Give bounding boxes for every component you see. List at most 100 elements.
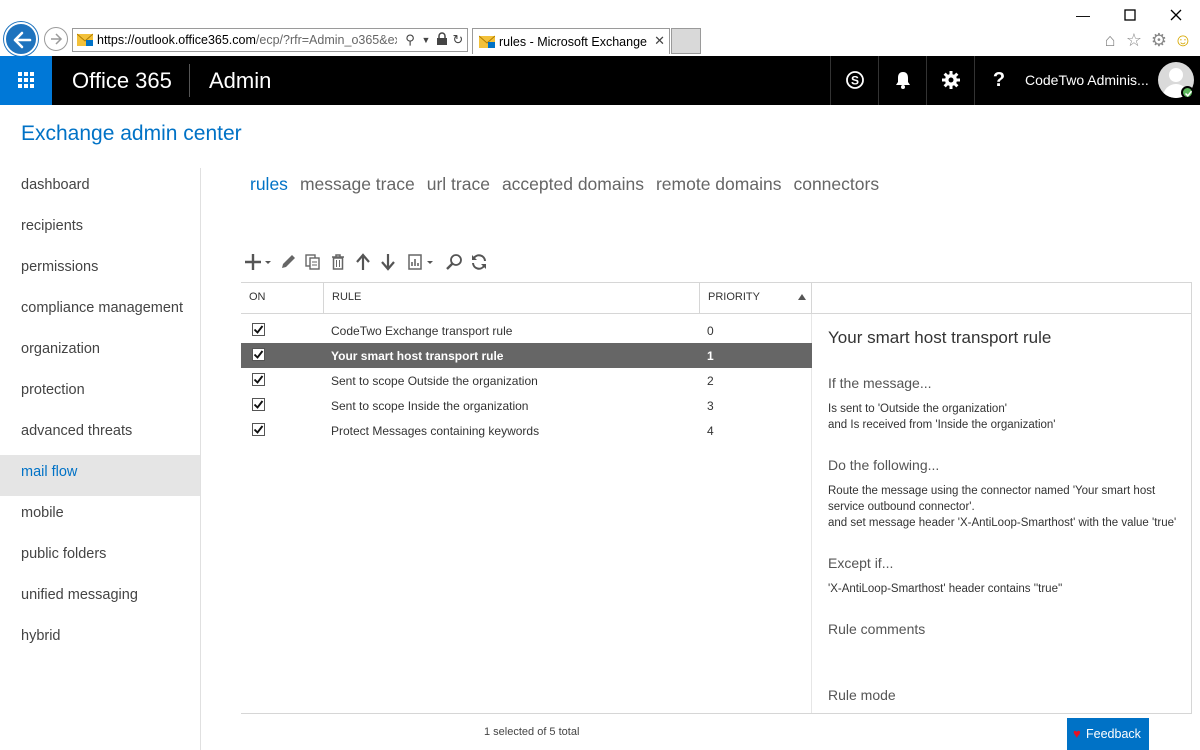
favorites-star-icon[interactable]: ☆ (1124, 30, 1144, 50)
table-row[interactable]: Sent to scope Outside the organization 2 (241, 368, 812, 393)
rule-enabled-checkbox[interactable] (252, 398, 265, 411)
lock-icon[interactable] (435, 32, 449, 49)
tab-url-trace[interactable]: url trace (427, 174, 490, 194)
arrow-up-icon (356, 253, 370, 270)
sidebar-item-permissions[interactable]: permissions (0, 250, 200, 291)
tab-remote-domains[interactable]: remote domains (656, 174, 781, 194)
refresh-button[interactable] (468, 251, 490, 273)
notifications-button[interactable] (878, 56, 926, 105)
office365-brand[interactable]: Office 365 (72, 68, 172, 94)
column-header-on[interactable]: ON (241, 283, 323, 314)
checkmark-icon (253, 325, 264, 334)
back-arrow-icon (13, 31, 32, 49)
forward-button[interactable] (44, 27, 68, 51)
do-heading: Do the following... (828, 457, 940, 473)
forward-arrow-icon (51, 33, 63, 45)
back-button[interactable] (4, 22, 38, 56)
report-icon (408, 254, 433, 270)
tab-message-trace[interactable]: message trace (300, 174, 415, 194)
edit-button[interactable] (277, 251, 299, 273)
add-button[interactable] (243, 251, 273, 273)
help-button[interactable]: ? (974, 56, 1023, 105)
detail-header-divider (811, 283, 812, 314)
grid-bottom-border (241, 713, 1192, 714)
avatar-head (1169, 68, 1183, 82)
app-title[interactable]: Admin (209, 68, 271, 94)
app-launcher-button[interactable] (0, 56, 52, 105)
tab-rules[interactable]: rules (250, 174, 288, 194)
home-icon[interactable]: ⌂ (1100, 30, 1120, 50)
if-condition-line: Is sent to 'Outside the organization' (828, 403, 1007, 415)
detail-header-border (811, 313, 1192, 314)
details-title: Your smart host transport rule (828, 328, 1052, 347)
sort-ascending-icon (798, 294, 806, 300)
close-window-button[interactable] (1161, 4, 1191, 26)
mail-flow-tabs: rules message trace url trace accepted doma… (250, 174, 891, 195)
waffle-icon (18, 72, 34, 88)
sidebar-item-protection[interactable]: protection (0, 373, 200, 414)
sidebar-item-advanced-threats[interactable]: advanced threats (0, 414, 200, 455)
feedback-button[interactable]: ♥ Feedback (1067, 718, 1149, 750)
table-row[interactable]: Sent to scope Inside the organization 3 (241, 393, 812, 418)
table-row[interactable]: Your smart host transport rule 1 (241, 343, 812, 368)
refresh-page-icon[interactable]: ↻ (451, 32, 465, 48)
sidebar-item-unified-messaging[interactable]: unified messaging (0, 578, 200, 619)
rule-enabled-checkbox[interactable] (252, 348, 265, 361)
report-dropdown-button[interactable] (405, 251, 437, 273)
minimize-button[interactable]: — (1068, 4, 1098, 26)
trash-icon (332, 254, 344, 270)
sidebar-item-mobile[interactable]: mobile (0, 496, 200, 537)
tab-accepted-domains[interactable]: accepted domains (502, 174, 644, 194)
move-down-button[interactable] (377, 251, 399, 273)
grid-header: ON RULE PRIORITY (241, 283, 811, 314)
mode-heading: Rule mode (828, 687, 896, 703)
maximize-button[interactable] (1115, 4, 1145, 26)
sidebar-item-mail-flow[interactable]: mail flow (0, 455, 200, 496)
new-tab-button[interactable] (671, 28, 701, 54)
sidebar-item-organization[interactable]: organization (0, 332, 200, 373)
feedback-label: Feedback (1086, 727, 1141, 741)
sidebar-item-dashboard[interactable]: dashboard (0, 168, 200, 209)
presence-available-icon (1181, 86, 1194, 99)
tab-connectors[interactable]: connectors (793, 174, 879, 194)
skype-button[interactable]: S (830, 56, 878, 105)
table-row[interactable]: CodeTwo Exchange transport rule 0 (241, 318, 812, 343)
dropdown-icon[interactable]: ▼ (419, 35, 433, 45)
settings-gear-icon[interactable]: ⚙ (1149, 30, 1169, 50)
svg-text:S: S (851, 74, 859, 88)
settings-button[interactable] (926, 56, 974, 105)
rule-enabled-checkbox[interactable] (252, 323, 265, 336)
address-bar[interactable]: https://outlook.office365.com/ecp/?rfr=A… (72, 28, 468, 52)
exception-line: 'X-AntiLoop-Smarthost' header contains '… (828, 583, 1063, 595)
except-heading: Except if... (828, 555, 894, 571)
heart-icon: ♥ (1073, 726, 1081, 741)
copy-button[interactable] (302, 251, 324, 273)
sidebar-item-recipients[interactable]: recipients (0, 209, 200, 250)
rule-priority: 3 (707, 399, 714, 413)
action-line: and set message header 'X-AntiLoop-Smart… (828, 517, 1177, 529)
column-header-priority[interactable]: PRIORITY (699, 283, 811, 314)
browser-tab-active[interactable]: rules - Microsoft Exchange ✕ (472, 28, 670, 54)
left-navigation: dashboard recipients permissions compliance… (0, 168, 200, 660)
url-text: https://outlook.office365.com/ecp/?rfr=A… (97, 33, 397, 47)
header-divider (189, 64, 190, 97)
sidebar-item-hybrid[interactable]: hybrid (0, 619, 200, 660)
rules-list: CodeTwo Exchange transport rule 0 Your sma… (241, 318, 812, 443)
sidebar-item-compliance-management[interactable]: compliance management (0, 291, 200, 332)
sidebar-item-public-folders[interactable]: public folders (0, 537, 200, 578)
smiley-feedback-icon[interactable]: ☺ (1173, 30, 1193, 50)
column-header-rule[interactable]: RULE (323, 283, 699, 314)
checkmark-icon (253, 350, 264, 359)
rule-enabled-checkbox[interactable] (252, 423, 265, 436)
search-icon[interactable]: ⚲ (403, 32, 417, 48)
close-tab-icon[interactable]: ✕ (654, 33, 665, 49)
user-name[interactable]: CodeTwo Adminis... (1025, 72, 1153, 88)
action-line: service outbound connector'. (828, 501, 975, 513)
bell-icon (896, 72, 910, 89)
move-up-button[interactable] (352, 251, 374, 273)
arrow-down-icon (381, 254, 395, 271)
rule-enabled-checkbox[interactable] (252, 373, 265, 386)
table-row[interactable]: Protect Messages containing keywords 4 (241, 418, 812, 443)
delete-button[interactable] (327, 251, 349, 273)
search-button[interactable] (443, 251, 465, 273)
